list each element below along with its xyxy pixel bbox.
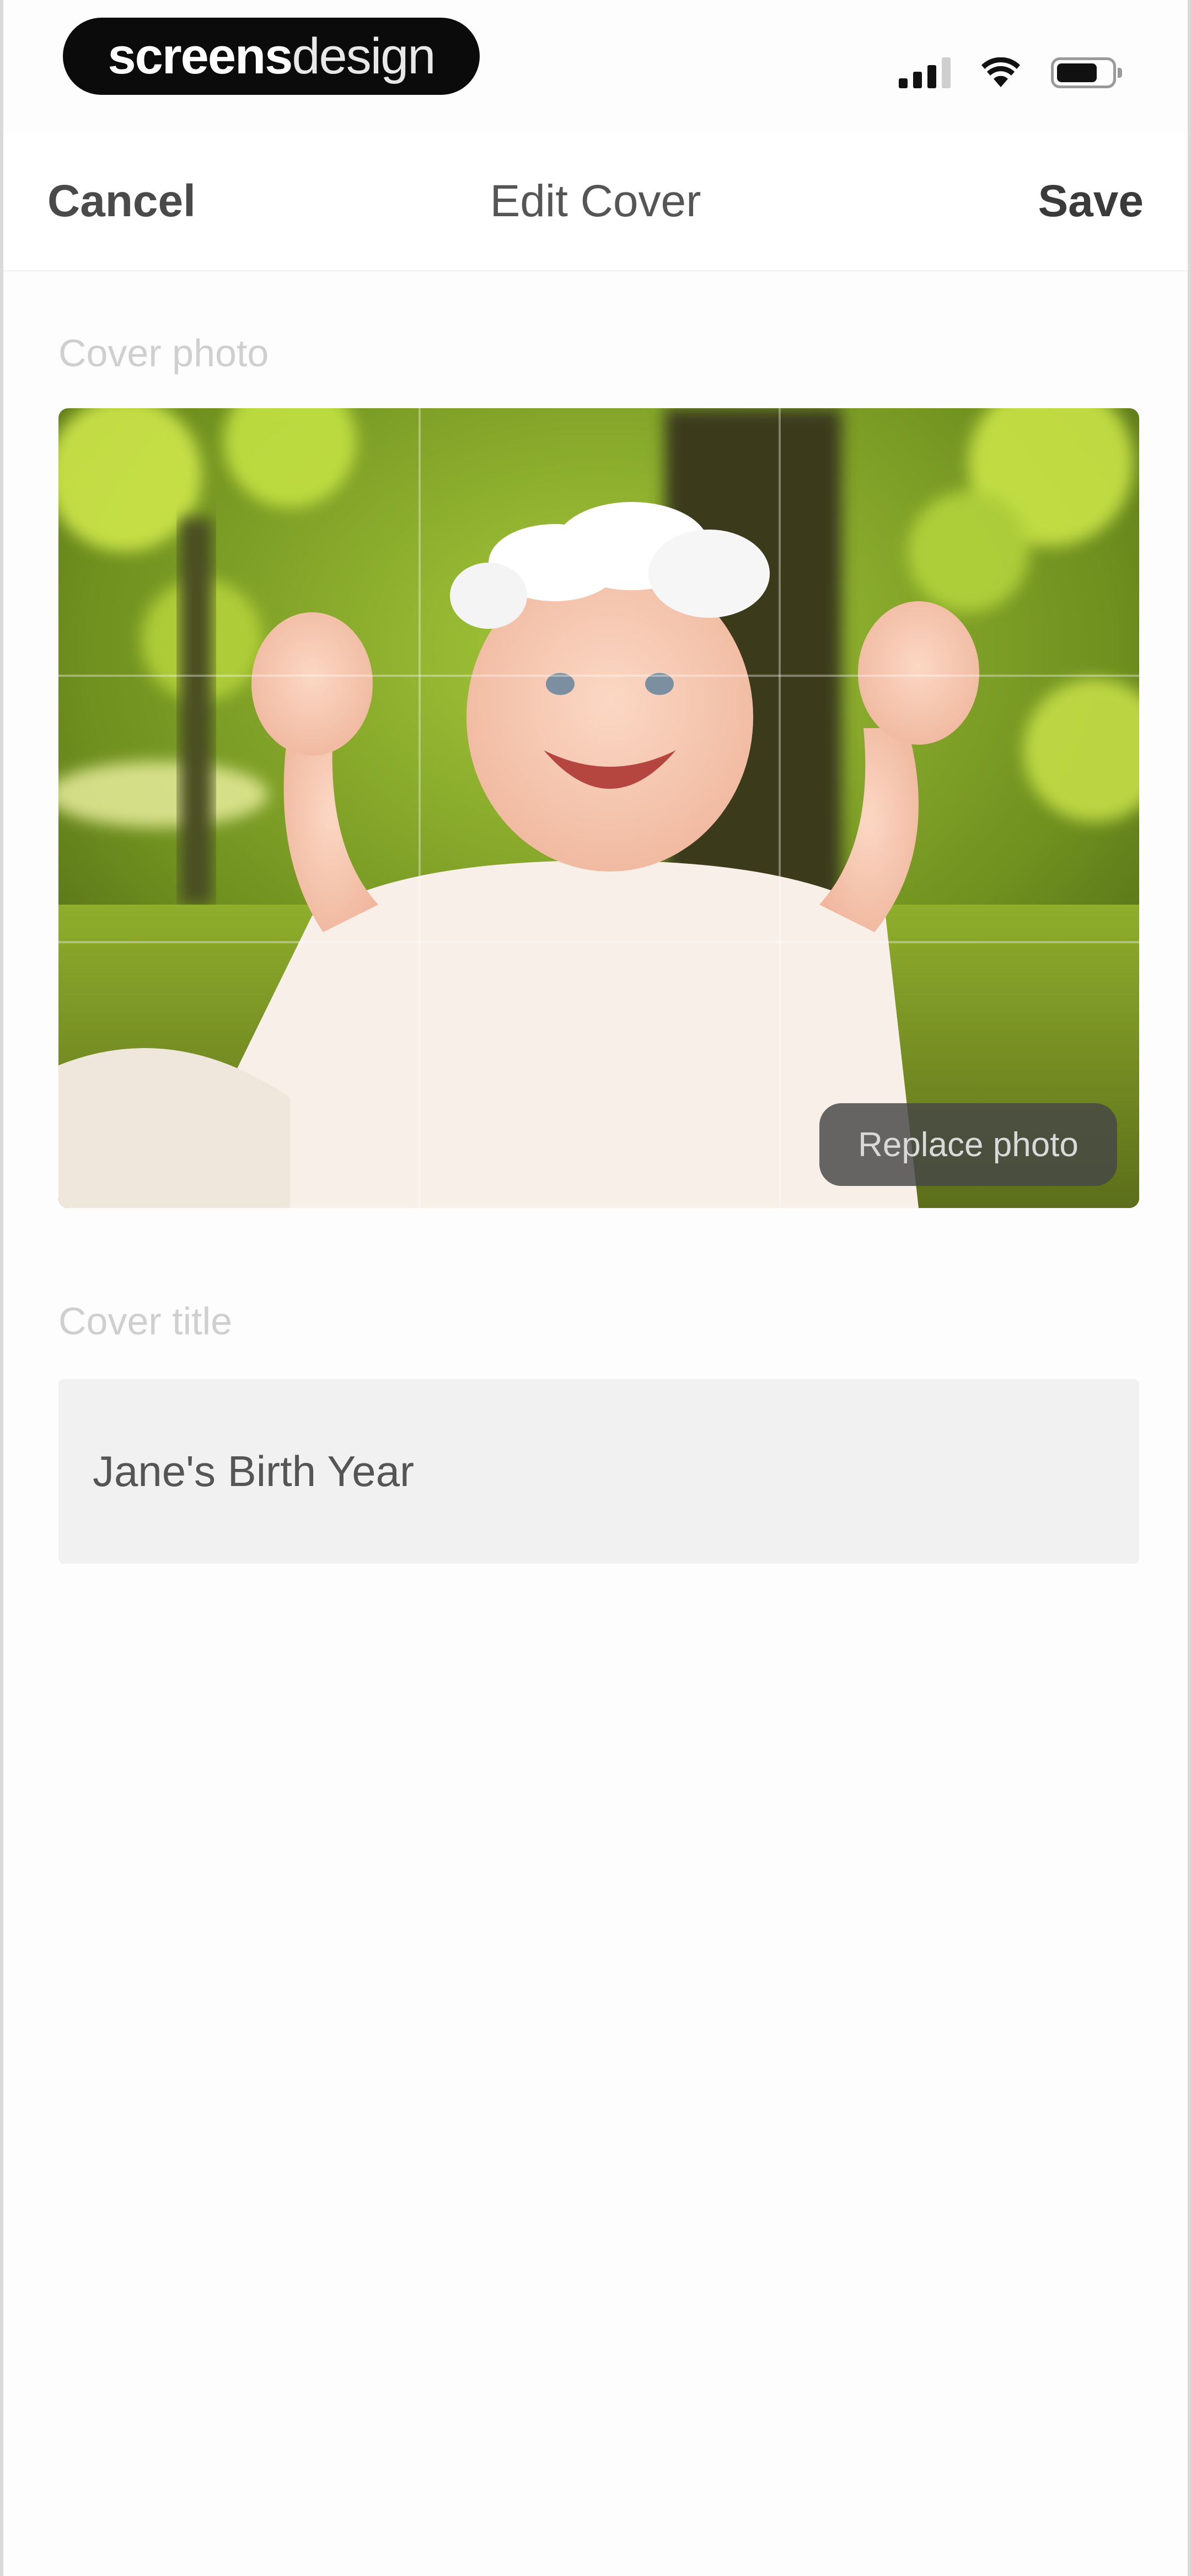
crop-grid-line bbox=[58, 941, 1139, 943]
battery-icon bbox=[1051, 57, 1122, 88]
cover-title-field[interactable]: Jane's Birth Year bbox=[58, 1379, 1139, 1564]
cancel-button[interactable]: Cancel bbox=[47, 132, 196, 270]
signal-icon bbox=[899, 56, 951, 88]
cover-photo-image[interactable]: Replace photo bbox=[58, 408, 1139, 1208]
crop-grid-line bbox=[58, 675, 1139, 677]
status-bar: screens design bbox=[3, 0, 1188, 132]
navigation-bar: Edit Cover Cancel Save bbox=[3, 132, 1188, 271]
brand-text-part1: screens bbox=[108, 28, 293, 84]
crop-grid-line bbox=[419, 408, 421, 1208]
screensdesign-logo: screens design bbox=[63, 18, 480, 95]
cover-photo-illustration bbox=[58, 408, 1139, 1208]
cover-photo-label: Cover photo bbox=[58, 332, 269, 375]
wifi-icon bbox=[981, 57, 1020, 87]
cover-title-label: Cover title bbox=[58, 1300, 233, 1343]
brand-text-part2: design bbox=[292, 28, 436, 84]
status-icons bbox=[899, 50, 1122, 88]
crop-grid-line bbox=[779, 408, 781, 1208]
edit-cover-screen: screens design Edit Cover Cancel Save Cov… bbox=[0, 0, 1191, 2576]
replace-photo-button[interactable]: Replace photo bbox=[819, 1103, 1117, 1186]
cover-title-value: Jane's Birth Year bbox=[93, 1447, 414, 1495]
save-button[interactable]: Save bbox=[1038, 132, 1144, 270]
